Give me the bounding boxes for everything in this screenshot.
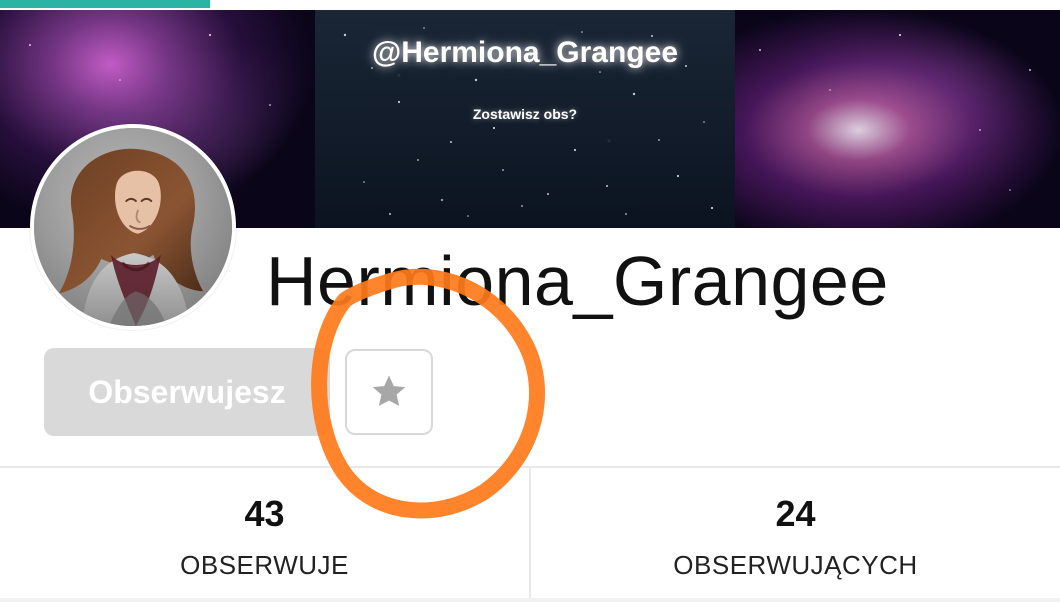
follow-button[interactable]: Obserwujesz [44, 348, 330, 436]
profile-username: Hermiona_Grangee [266, 242, 889, 320]
followers-label: OBSERWUJĄCYCH [673, 550, 918, 580]
avatar-illustration [34, 128, 232, 326]
following-label: OBSERWUJE [180, 550, 349, 580]
followers-count: 24 [775, 493, 816, 534]
banner-handle: @Hermiona_Grangee [371, 36, 679, 69]
banner-nebula-right [735, 10, 1060, 228]
top-accent-bar [0, 0, 210, 8]
bottom-border [0, 598, 1060, 602]
followers-stat[interactable]: 24 OBSERWUJĄCYCH [531, 470, 1060, 598]
banner-subtitle: Zostawisz obs? [472, 106, 578, 122]
avatar[interactable] [30, 124, 236, 330]
following-count: 43 [244, 493, 285, 534]
following-stat[interactable]: 43 OBSERWUJE [0, 470, 529, 598]
star-icon [372, 375, 406, 406]
favorite-button[interactable] [345, 349, 433, 435]
